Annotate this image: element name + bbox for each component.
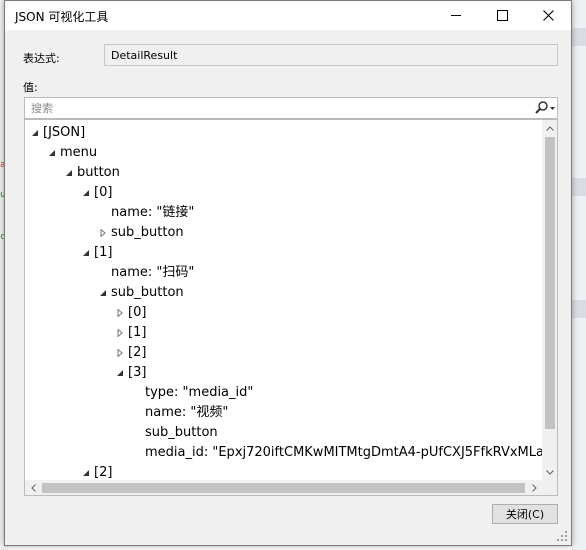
tree-node[interactable]: name: "视频" [25, 403, 542, 423]
background-band [572, 300, 586, 318]
background-app-right-edge [572, 0, 586, 550]
search-button[interactable] [531, 100, 557, 116]
close-button[interactable]: 关闭(C) [492, 504, 558, 524]
tree-node[interactable]: [0] [25, 303, 542, 323]
search-input[interactable] [25, 98, 537, 118]
tree-node[interactable]: sub_button [25, 283, 542, 303]
minimize-button[interactable] [433, 1, 479, 30]
tree-node[interactable]: [1] [25, 243, 542, 263]
tree-node[interactable]: button [25, 163, 542, 183]
triangle-down-right-icon[interactable] [31, 129, 39, 137]
tree-node[interactable]: [JSON] [25, 123, 542, 143]
json-visualizer-dialog: JSON 可视化工具 表达式: DetailResult 值: [JSON] me… [4, 0, 572, 546]
tree-node[interactable]: sub_button [25, 223, 542, 243]
tree-node-label: button [77, 165, 120, 180]
tree-node-label: sub_button [111, 225, 184, 240]
minimize-icon [451, 15, 461, 16]
scroll-down-icon[interactable] [542, 464, 557, 480]
tree-node[interactable]: [1] [25, 323, 542, 343]
tree-node-label: [1] [94, 245, 113, 260]
scroll-right-icon[interactable] [526, 480, 542, 495]
tree-node[interactable]: [3] [25, 363, 542, 383]
horizontal-scrollbar[interactable] [25, 480, 542, 495]
tree-node-label: [1] [128, 325, 147, 340]
tree-node-label: name: "扫码" [111, 265, 195, 280]
tree-node[interactable]: [2] [25, 463, 542, 480]
title-bar[interactable]: JSON 可视化工具 [5, 1, 571, 30]
tree-node-label: menu [60, 145, 98, 160]
triangle-right-outline-icon[interactable] [116, 349, 124, 357]
tree-node[interactable]: media_id: "Epxj720iftCMKwMITMtgDmtA4-pUf… [25, 443, 542, 463]
tree-node-label: type: "media_id" [145, 385, 254, 400]
maximize-icon [496, 10, 508, 21]
background-band [572, 28, 586, 46]
tree-node-label: [3] [128, 365, 147, 380]
close-window-button[interactable] [525, 1, 571, 30]
tree-node-label: media_id: "Epxj720iftCMKwMITMtgDmtA4-pUf… [145, 445, 542, 460]
triangle-down-right-icon[interactable] [48, 149, 56, 157]
triangle-down-right-icon[interactable] [65, 169, 73, 177]
json-tree-view: [JSON] menu button [0] name: "链接" sub_button [… [24, 119, 558, 496]
tree-node-label: sub_button [145, 425, 218, 440]
vertical-scroll-thumb[interactable] [545, 137, 555, 429]
window-title: JSON 可视化工具 [15, 10, 109, 24]
tree-node[interactable]: name: "链接" [25, 203, 542, 223]
tree-rows: [JSON] menu button [0] name: "链接" sub_button [… [25, 120, 542, 480]
tree-node-label: [2] [128, 345, 147, 360]
scroll-left-icon[interactable] [25, 480, 41, 495]
scrollbar-corner [542, 480, 557, 495]
expression-field[interactable]: DetailResult [104, 44, 558, 66]
triangle-down-right-icon[interactable] [82, 189, 90, 197]
vertical-scrollbar[interactable] [542, 120, 557, 480]
search-box [24, 97, 558, 119]
resize-grip-icon[interactable] [555, 529, 569, 543]
search-icon [535, 101, 555, 114]
tree-node[interactable]: sub_button [25, 423, 542, 443]
tree-node-label: [0] [128, 305, 147, 320]
triangle-down-right-icon[interactable] [116, 369, 124, 377]
tree-node[interactable]: menu [25, 143, 542, 163]
maximize-button[interactable] [479, 1, 525, 30]
tree-node[interactable]: name: "扫码" [25, 263, 542, 283]
expression-label: 表达式: [23, 52, 60, 65]
triangle-down-right-icon[interactable] [82, 249, 90, 257]
triangle-right-outline-icon[interactable] [99, 229, 107, 237]
tree-node-label: [JSON] [43, 125, 86, 140]
tree-node-label: sub_button [111, 285, 184, 300]
triangle-right-outline-icon[interactable] [116, 329, 124, 337]
triangle-down-right-icon[interactable] [82, 469, 90, 477]
tree-node[interactable]: type: "media_id" [25, 383, 542, 403]
value-label: 值: [23, 81, 38, 94]
tree-node[interactable]: [0] [25, 183, 542, 203]
tree-node[interactable]: [2] [25, 343, 542, 363]
tree-node-label: [2] [94, 465, 113, 480]
background-band [572, 178, 586, 196]
triangle-right-outline-icon[interactable] [116, 309, 124, 317]
tree-node-label: [0] [94, 185, 113, 200]
close-icon [542, 10, 554, 21]
tree-node-label: name: "视频" [145, 405, 229, 420]
tree-node-label: name: "链接" [111, 205, 195, 220]
triangle-down-right-icon[interactable] [99, 289, 107, 297]
scroll-up-icon[interactable] [542, 120, 557, 136]
horizontal-scroll-thumb[interactable] [42, 483, 525, 493]
